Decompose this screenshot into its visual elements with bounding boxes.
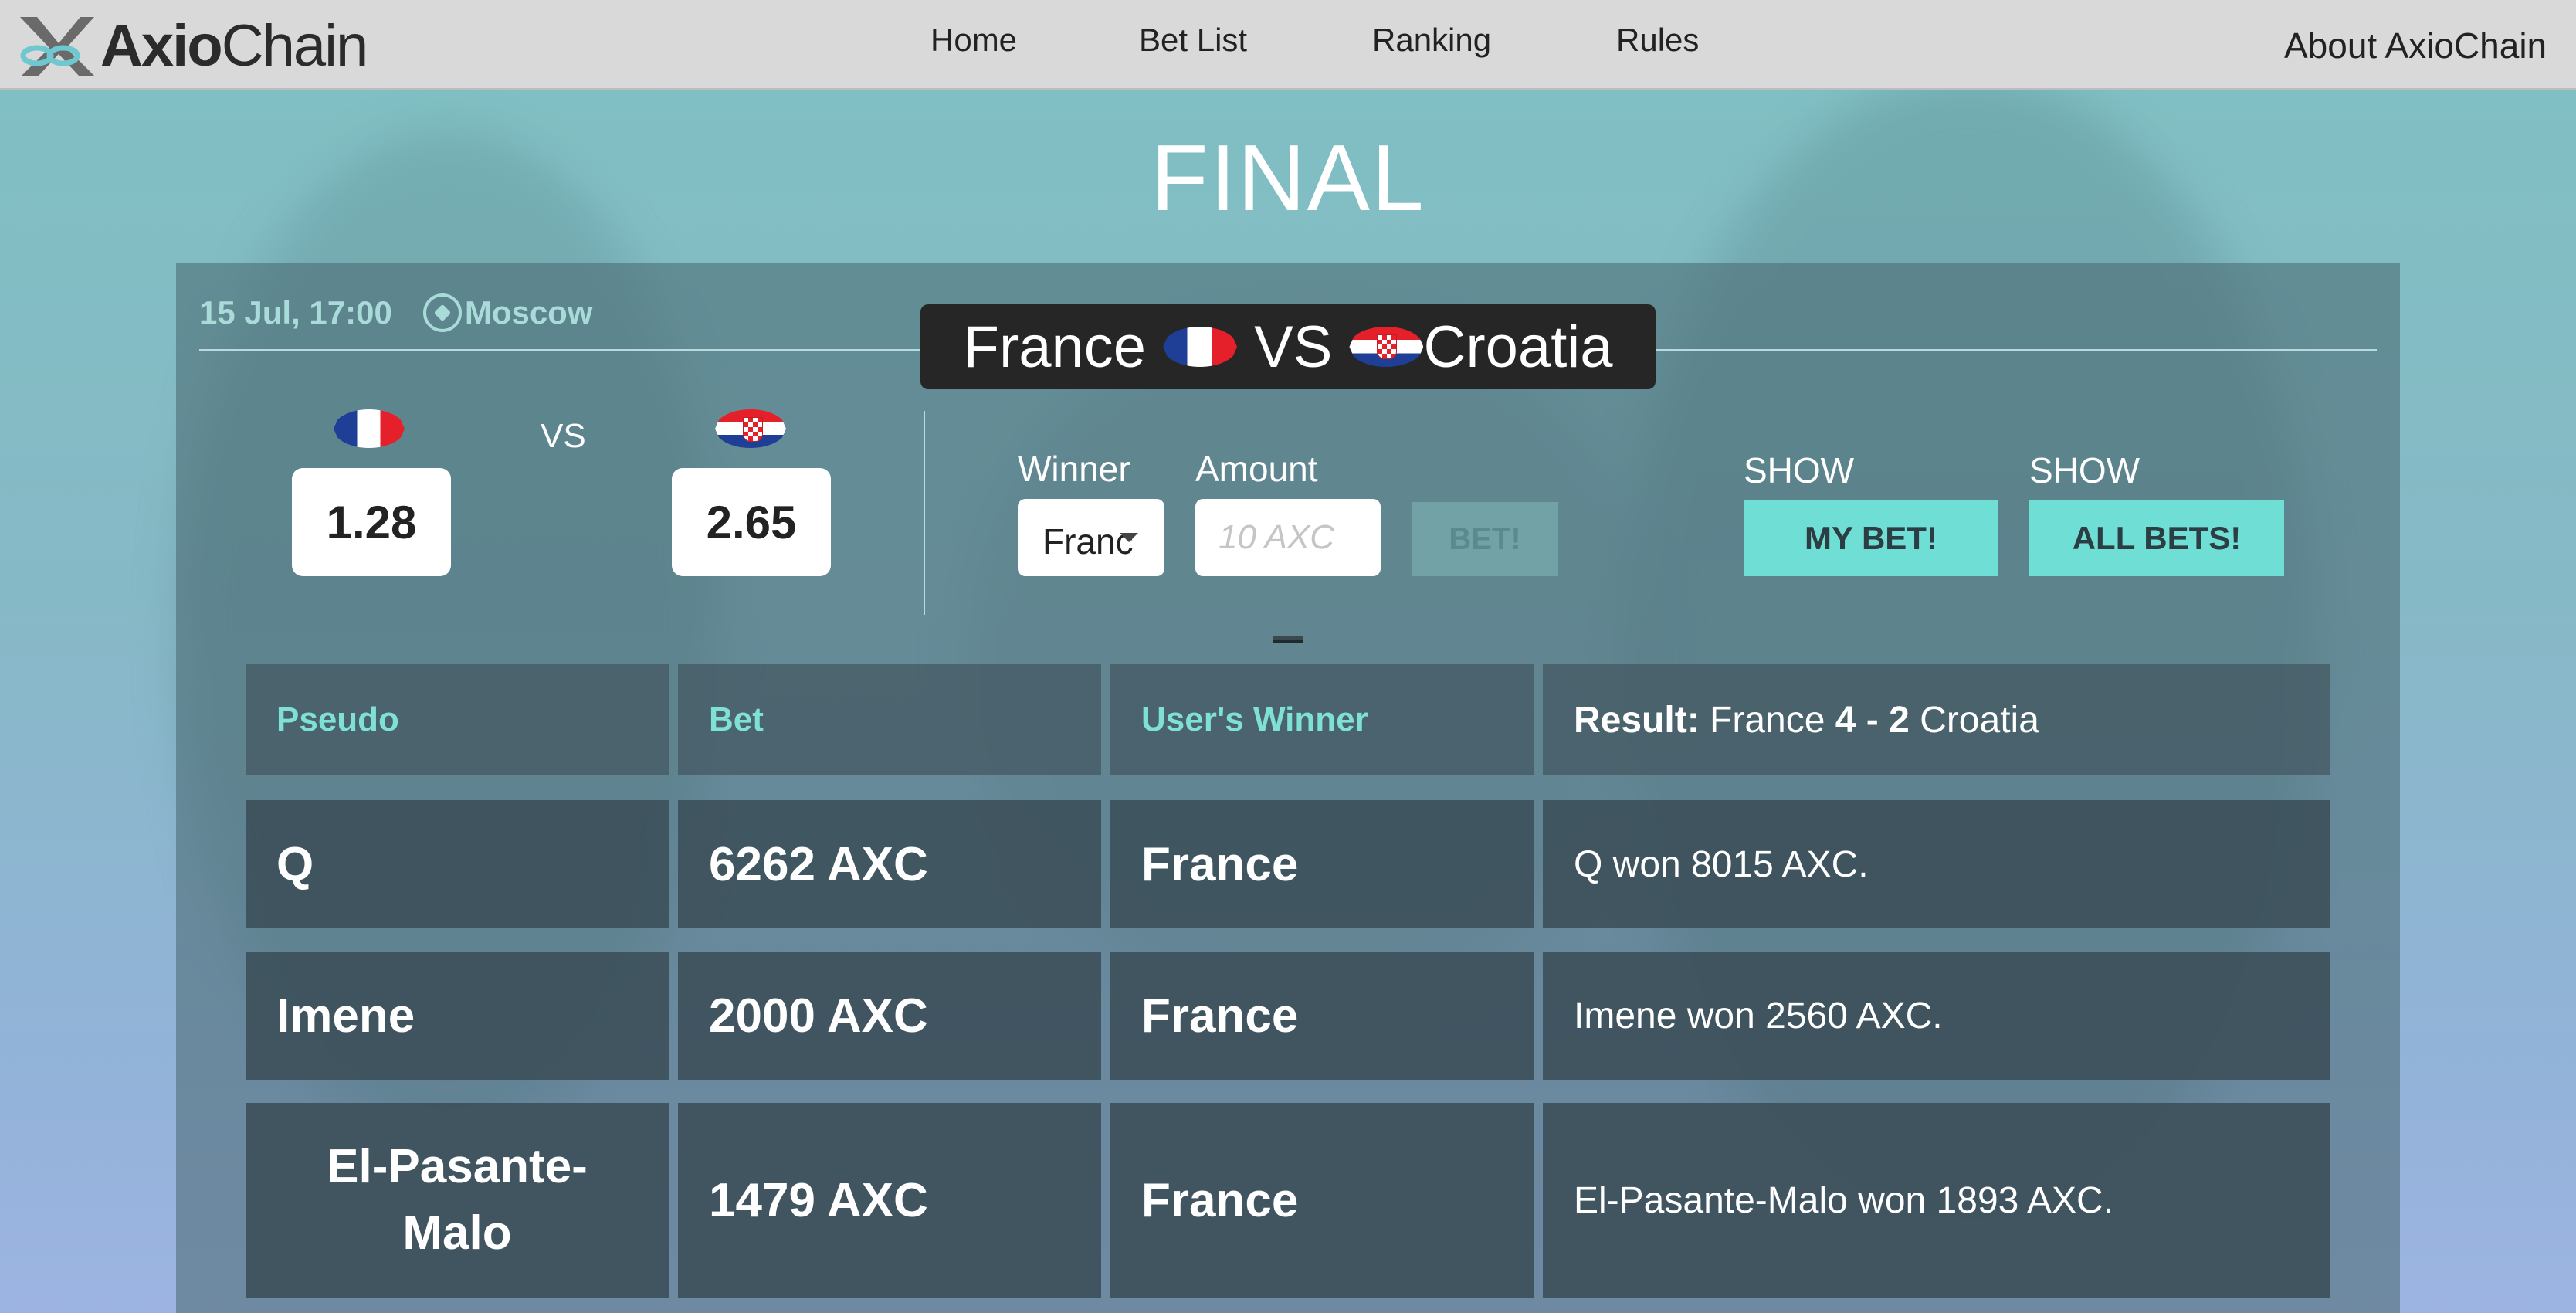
table-header-pseudo: Pseudo bbox=[246, 664, 669, 775]
nav-bet-list-link[interactable]: Bet List bbox=[1139, 22, 1247, 59]
table-row-result: Imene won 2560 AXC. bbox=[1543, 952, 2330, 1080]
table-row-pseudo: Imene bbox=[246, 952, 669, 1080]
result-team1: France bbox=[1710, 699, 1825, 741]
france-flag-icon bbox=[334, 409, 405, 448]
odds-divider bbox=[924, 411, 925, 615]
table-row-winner: France bbox=[1110, 800, 1534, 928]
page-title: FINAL bbox=[1151, 125, 1425, 230]
table-row-bet: 2000 AXC bbox=[678, 952, 1101, 1080]
my-bet-button[interactable]: MY BET! bbox=[1744, 500, 1998, 576]
winner-select[interactable]: Franc bbox=[1018, 499, 1164, 576]
result-label: Result: bbox=[1574, 699, 1700, 741]
soccer-ball-icon bbox=[422, 293, 462, 332]
croatia-flag-icon bbox=[715, 409, 786, 448]
top-navbar: AxioChain Home Bet List Ranking Rules Ab… bbox=[0, 0, 2576, 90]
matchup-banner: France VS Croatia bbox=[920, 304, 1656, 389]
banner-team1: France bbox=[963, 314, 1147, 380]
collapse-handle-icon[interactable] bbox=[1273, 640, 1303, 643]
table-header-bet: Bet bbox=[678, 664, 1101, 775]
nav-home-link[interactable]: Home bbox=[930, 22, 1017, 59]
croatia-flag-icon bbox=[1349, 327, 1424, 367]
croatia-odds: 2.65 bbox=[672, 468, 831, 576]
match-meta: 15 Jul, 17:00 Moscow bbox=[199, 293, 593, 332]
nav-ranking-link[interactable]: Ranking bbox=[1372, 22, 1491, 59]
table-header-result: Result: France 4 - 2 Croatia bbox=[1543, 664, 2330, 775]
bet-button[interactable]: BET! bbox=[1412, 502, 1558, 576]
table-row-winner: France bbox=[1110, 952, 1534, 1080]
odds-vs-label: VS bbox=[541, 417, 586, 455]
nav-about-link[interactable]: About AxioChain bbox=[2284, 25, 2547, 66]
table-row-bet: 1479 AXC bbox=[678, 1103, 1101, 1298]
axiochain-logo-icon bbox=[14, 12, 99, 79]
winner-label: Winner bbox=[1018, 449, 1130, 489]
all-bets-button[interactable]: ALL BETS! bbox=[2029, 500, 2284, 576]
table-header-winner: User's Winner bbox=[1110, 664, 1534, 775]
nav-rules-link[interactable]: Rules bbox=[1616, 22, 1699, 59]
show-my-bet-label: SHOW bbox=[1744, 450, 1855, 490]
match-city: Moscow bbox=[464, 294, 593, 331]
table-row-winner: France bbox=[1110, 1103, 1534, 1298]
show-all-bets-label: SHOW bbox=[2029, 450, 2140, 490]
brand-logo[interactable]: AxioChain bbox=[14, 12, 368, 79]
banner-vs: VS bbox=[1254, 314, 1333, 380]
match-location: Moscow bbox=[422, 293, 593, 332]
banner-team2: Croatia bbox=[1423, 314, 1613, 380]
result-score: 4 - 2 bbox=[1835, 699, 1910, 741]
table-row-bet: 6262 AXC bbox=[678, 800, 1101, 928]
result-team2: Croatia bbox=[1920, 699, 2039, 741]
match-datetime: 15 Jul, 17:00 bbox=[199, 294, 392, 331]
france-odds: 1.28 bbox=[292, 468, 451, 576]
france-flag-icon bbox=[1163, 327, 1238, 367]
amount-input[interactable] bbox=[1195, 499, 1381, 576]
table-row-pseudo: El-Pasante-Malo bbox=[246, 1103, 669, 1298]
table-row-result: El-Pasante-Malo won 1893 AXC. bbox=[1543, 1103, 2330, 1298]
table-row-pseudo: Q bbox=[246, 800, 669, 928]
amount-label: Amount bbox=[1195, 449, 1318, 489]
chevron-down-icon bbox=[1120, 533, 1138, 542]
table-row-result: Q won 8015 AXC. bbox=[1543, 800, 2330, 928]
brand-name: AxioChain bbox=[100, 12, 368, 79]
